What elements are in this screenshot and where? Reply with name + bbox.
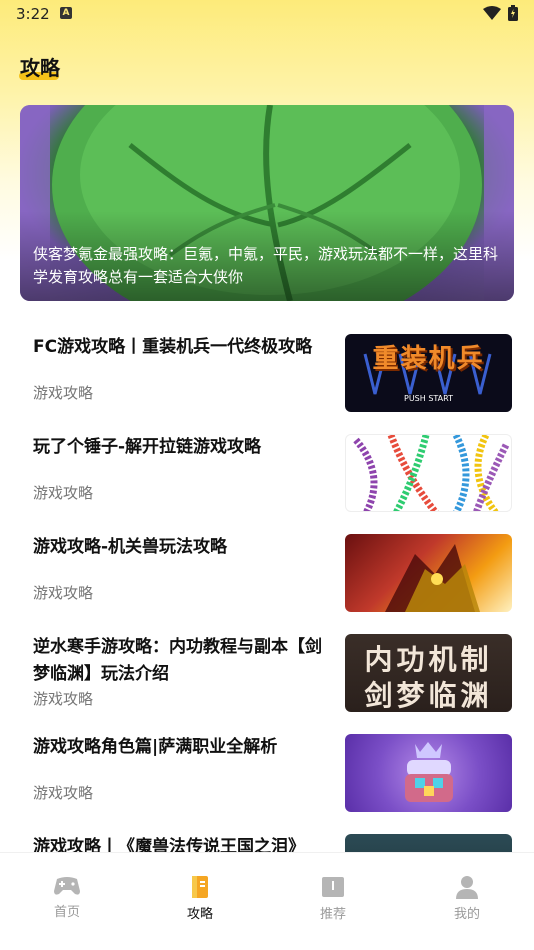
status-bar: 3:22 A (0, 0, 534, 28)
notification-icon: A (60, 7, 72, 19)
wifi-icon (483, 6, 501, 20)
article-item[interactable]: FC游戏攻略丨重装机兵一代终极攻略 游戏攻略 重装机兵 PUSH START (0, 320, 534, 420)
article-item[interactable]: 游戏攻略角色篇|萨满职业全解析 游戏攻略 (0, 720, 534, 820)
mech-beast-thumb (345, 534, 512, 612)
article-title: 逆水寒手游攻略：内功教程与副本【剑梦临渊】玩法介绍 (33, 637, 322, 684)
recommend-icon (322, 877, 344, 897)
tab-label-recommend: 推荐 (319, 907, 346, 922)
article-item[interactable]: 游戏攻略-机关兽玩法攻略 游戏攻略 (0, 520, 534, 620)
gamepad-icon (54, 877, 80, 895)
treasure-chest-thumb (345, 734, 512, 812)
article-category: 游戏攻略 (33, 484, 94, 502)
article-category: 游戏攻略 (33, 690, 94, 708)
thumb-line-1: 内功机制 (364, 643, 493, 676)
thumb-line-2: 剑梦临渊 (364, 679, 493, 712)
thumb-subtitle: PUSH START (404, 394, 453, 403)
tab-label-mine: 我的 (453, 907, 480, 922)
article-title: 玩了个锤子-解开拉链游戏攻略 (33, 437, 262, 457)
metal-max-thumb: 重装机兵 PUSH START (345, 334, 512, 412)
article-category: 游戏攻略 (33, 784, 94, 802)
battery-icon (508, 5, 518, 21)
article-title: 游戏攻略-机关兽玩法攻略 (33, 537, 228, 557)
book-icon (192, 876, 208, 898)
status-time: 3:22 (16, 5, 50, 23)
hero-caption: 侠客梦氪金最强攻略：巨氪，中氪，平民，游戏玩法都不一样，这里科学发育攻略总有一套… (33, 245, 499, 286)
tab-strategy[interactable]: 攻略 (160, 875, 240, 922)
bottom-tab-bar: 首页 攻略 推荐 我的 (0, 852, 534, 950)
article-title: FC游戏攻略丨重装机兵一代终极攻略 (33, 337, 313, 357)
tab-recommend[interactable]: 推荐 (293, 875, 373, 922)
thumb-title: 重装机兵 (372, 344, 485, 374)
article-title: 游戏攻略角色篇|萨满职业全解析 (33, 737, 278, 757)
article-item[interactable]: 逆水寒手游攻略：内功教程与副本【剑梦临渊】玩法介绍 游戏攻略 内功机制 剑梦临渊 (0, 620, 534, 720)
zipper-game-thumb (345, 434, 512, 512)
article-item[interactable]: 玩了个锤子-解开拉链游戏攻略 游戏攻略 (0, 420, 534, 520)
person-icon (456, 876, 478, 899)
tab-home[interactable]: 首页 (27, 875, 107, 920)
page-title: 攻略 (20, 56, 60, 80)
article-category: 游戏攻略 (33, 584, 94, 602)
app-screen: 3:22 A 攻略 侠客梦氪金最强攻略：巨氪，中氪，平民，游戏玩法都不一样，这里… (0, 0, 534, 950)
tab-label-strategy: 攻略 (186, 907, 213, 922)
tab-label-home: 首页 (53, 905, 80, 920)
hero-banner[interactable]: 侠客梦氪金最强攻略：巨氪，中氪，平民，游戏玩法都不一样，这里科学发育攻略总有一套… (20, 105, 514, 301)
calligraphy-thumb: 内功机制 剑梦临渊 (345, 634, 512, 712)
article-category: 游戏攻略 (33, 384, 94, 402)
tab-mine[interactable]: 我的 (427, 875, 507, 922)
